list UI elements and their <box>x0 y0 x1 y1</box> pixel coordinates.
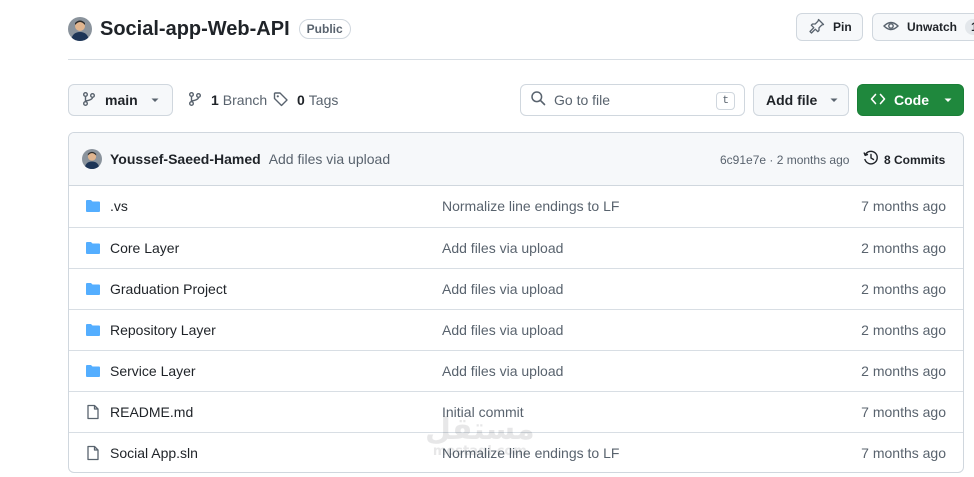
file-commit-message[interactable]: Normalize line endings to LF <box>442 445 619 461</box>
folder-icon <box>85 240 101 261</box>
file-row[interactable]: Service Layer Add files via upload 2 month… <box>69 350 963 391</box>
file-name[interactable]: .vs <box>110 198 128 214</box>
file-name[interactable]: README.md <box>110 404 193 420</box>
file-commit-date: 7 months ago <box>861 404 946 420</box>
folder-icon <box>85 363 101 384</box>
unwatch-label: Unwatch <box>907 20 958 34</box>
file-list: .vs Normalize line endings to LF 7 months … <box>69 186 963 472</box>
code-label: Code <box>894 92 929 108</box>
file-commit-date: 2 months ago <box>861 322 946 338</box>
file-icon <box>85 445 101 466</box>
branch-icon <box>187 91 203 110</box>
commits-count: 8 Commits <box>884 152 946 167</box>
go-to-file-search[interactable]: t <box>520 84 745 116</box>
commits-link[interactable]: 8 Commits <box>863 150 945 169</box>
visibility-badge: Public <box>298 19 351 39</box>
file-commit-message[interactable]: Add files via upload <box>442 322 563 338</box>
file-name[interactable]: Graduation Project <box>110 281 227 297</box>
tag-word: Tags <box>308 92 339 108</box>
file-name[interactable]: Social App.sln <box>110 445 198 461</box>
file-row[interactable]: Graduation Project Add files via upload 2 … <box>69 268 963 309</box>
folder-icon <box>85 198 101 219</box>
header-divider <box>68 59 974 60</box>
chevron-down-icon <box>150 92 160 108</box>
file-name[interactable]: Repository Layer <box>110 322 216 338</box>
commit-hash-time[interactable]: 6c91e7e · 2 months ago <box>720 153 849 167</box>
file-commit-message[interactable]: Add files via upload <box>442 281 563 297</box>
file-commit-message[interactable]: Initial commit <box>442 404 524 420</box>
file-row[interactable]: Social App.sln Normalize line endings to … <box>69 432 963 472</box>
chevron-down-icon <box>829 92 839 108</box>
chevron-down-icon <box>943 92 953 108</box>
file-name[interactable]: Service Layer <box>110 363 196 379</box>
add-file-label: Add file <box>766 92 818 108</box>
branch-name: main <box>105 92 138 108</box>
file-commit-message[interactable]: Add files via upload <box>442 363 563 379</box>
file-commit-date: 7 months ago <box>861 198 946 214</box>
file-commit-message[interactable]: Normalize line endings to LF <box>442 198 619 214</box>
file-row[interactable]: Repository Layer Add files via upload 2 mo… <box>69 309 963 350</box>
author-avatar[interactable] <box>82 149 102 169</box>
commit-message[interactable]: Add files via upload <box>269 151 390 167</box>
code-button[interactable]: Code <box>857 84 964 116</box>
file-row[interactable]: .vs Normalize line endings to LF 7 months … <box>69 186 963 227</box>
file-commit-date: 2 months ago <box>861 281 946 297</box>
folder-icon <box>85 281 101 302</box>
branch-count: 1 <box>211 92 219 108</box>
file-commit-date: 2 months ago <box>861 363 946 379</box>
history-icon <box>863 150 879 169</box>
eye-icon <box>883 18 899 37</box>
repo-name[interactable]: Social-app-Web-API <box>100 18 290 41</box>
file-row[interactable]: README.md Initial commit 7 months ago <box>69 391 963 432</box>
commit-author[interactable]: Youssef-Saeed-Hamed <box>110 151 261 167</box>
file-commit-message[interactable]: Add files via upload <box>442 240 563 256</box>
file-browser: Youssef-Saeed-Hamed Add files via upload… <box>68 132 964 473</box>
branch-word: Branch <box>222 92 268 108</box>
file-row[interactable]: Core Layer Add files via upload 2 months a… <box>69 227 963 268</box>
pin-button[interactable]: Pin <box>796 13 863 41</box>
branches-link[interactable]: 1 Branch <box>187 84 267 116</box>
tags-link[interactable]: 0 Tags <box>273 84 338 116</box>
unwatch-button[interactable]: Unwatch 1 <box>872 13 974 41</box>
tag-count: 0 <box>297 92 305 108</box>
folder-icon <box>85 322 101 343</box>
file-commit-date: 7 months ago <box>861 445 946 461</box>
latest-commit-bar: Youssef-Saeed-Hamed Add files via upload… <box>69 133 963 186</box>
go-to-file-input[interactable] <box>554 92 704 108</box>
file-name[interactable]: Core Layer <box>110 240 179 256</box>
pin-icon <box>809 18 825 37</box>
shortcut-hint: t <box>716 92 735 110</box>
branch-icon <box>81 91 97 110</box>
owner-avatar[interactable] <box>68 17 92 41</box>
code-icon <box>870 91 886 110</box>
branch-select-button[interactable]: main <box>68 84 173 116</box>
search-icon <box>530 90 546 111</box>
pin-label: Pin <box>833 20 852 34</box>
file-icon <box>85 404 101 425</box>
watch-count: 1 <box>965 19 974 35</box>
repo-header: Social-app-Web-API Public <box>68 14 351 44</box>
tag-icon <box>273 91 289 110</box>
add-file-button[interactable]: Add file <box>753 84 849 116</box>
file-commit-date: 2 months ago <box>861 240 946 256</box>
